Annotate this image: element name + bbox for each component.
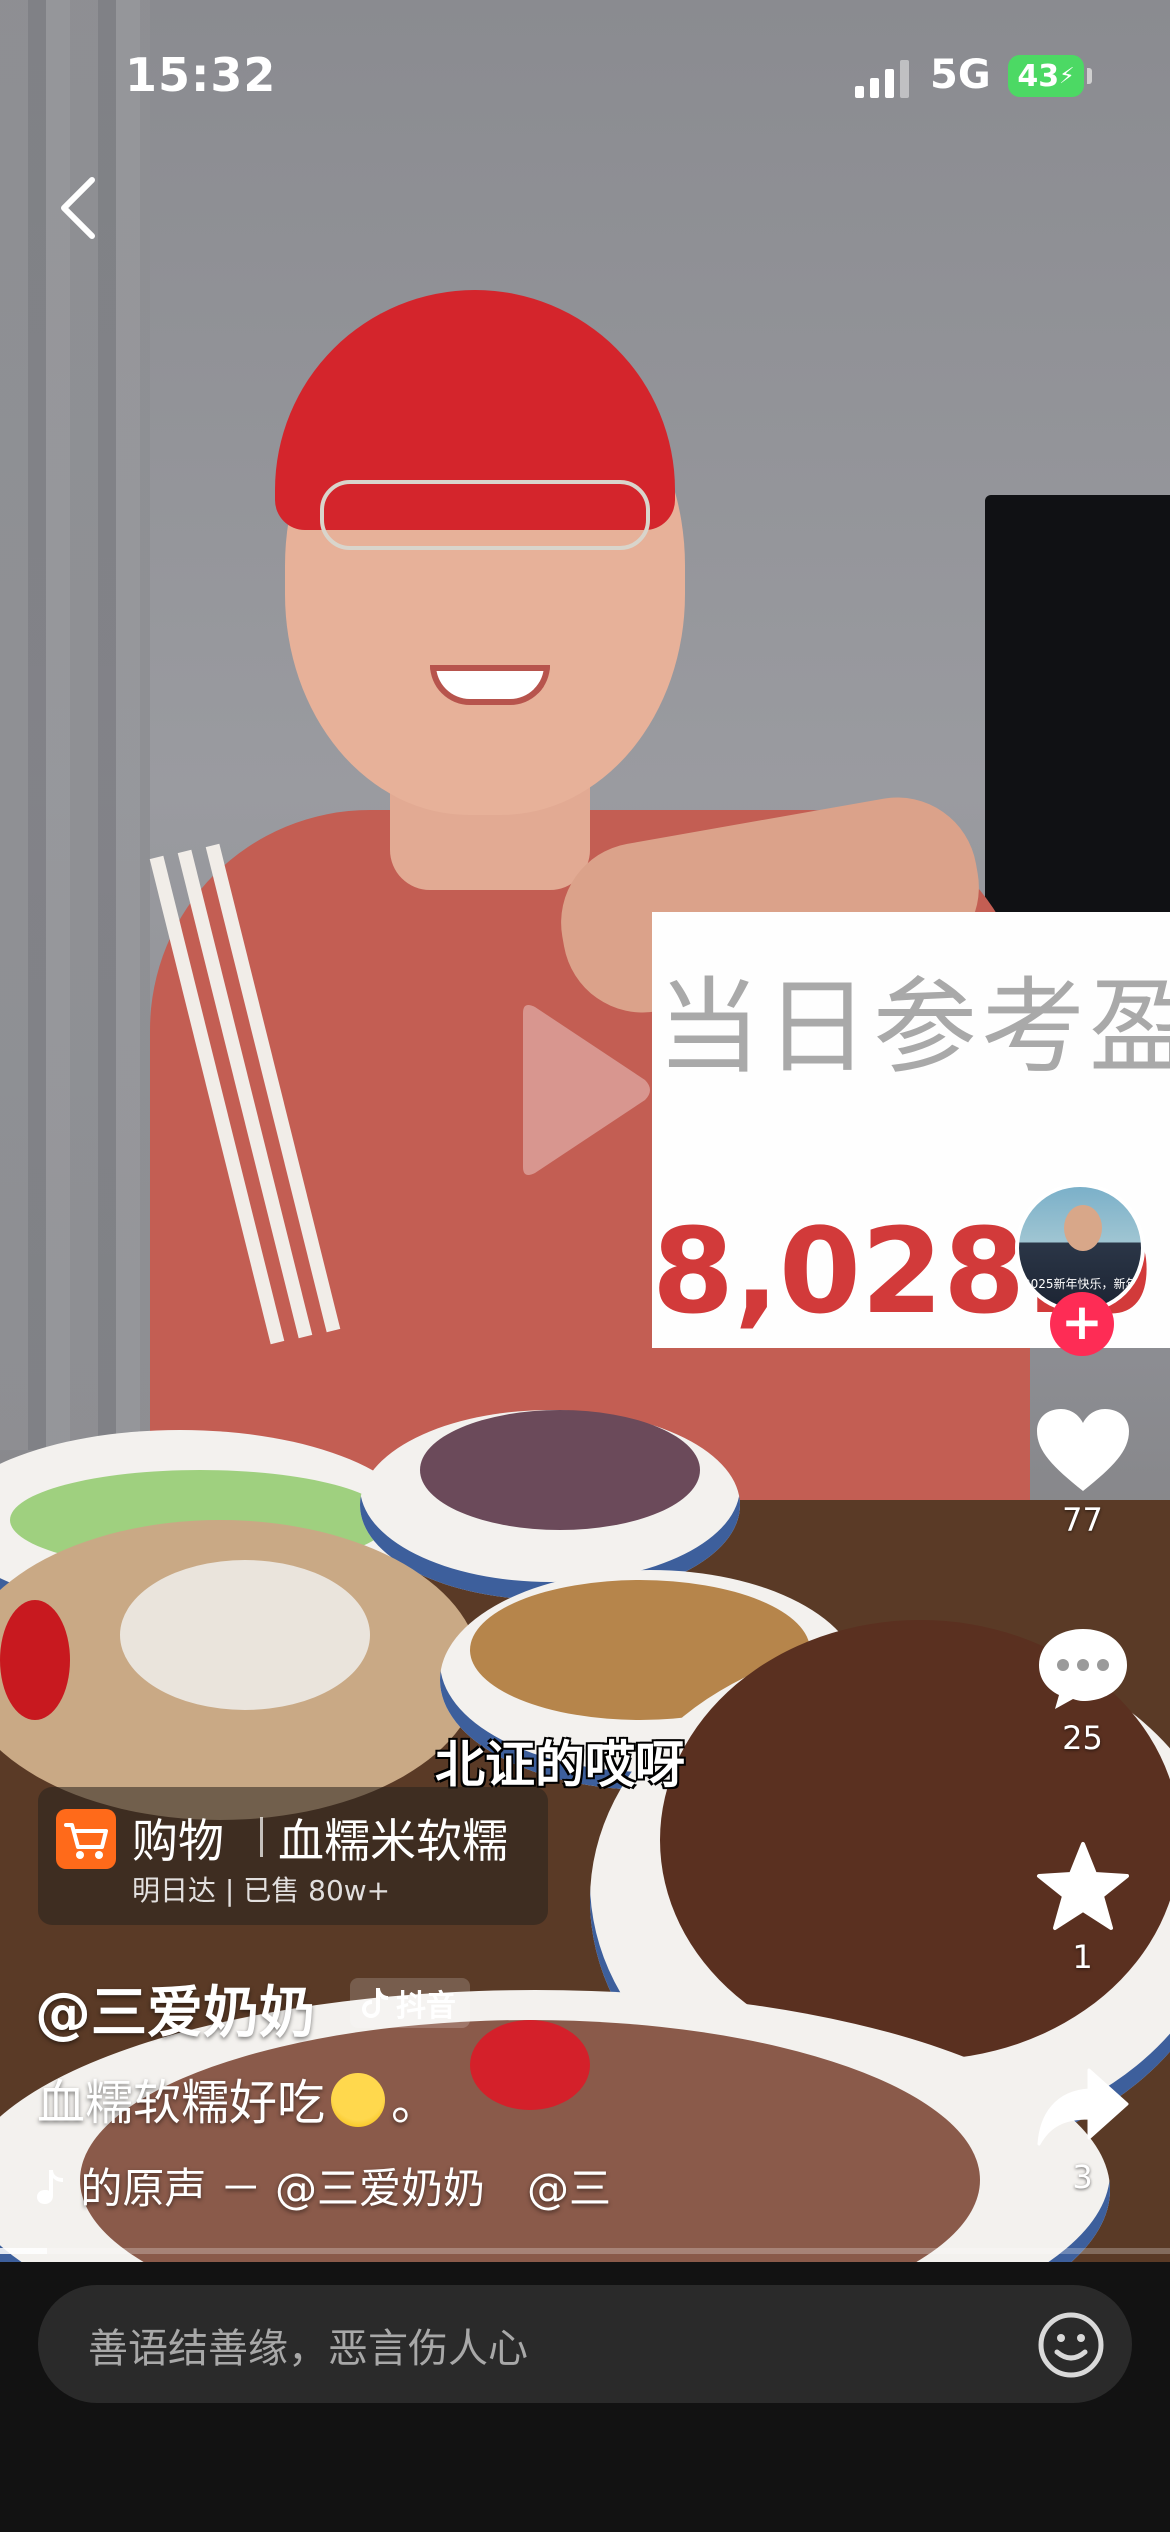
network-type: 5G [930, 52, 991, 98]
food-clam-shells [120, 1560, 370, 1710]
heart-icon [1036, 1409, 1129, 1491]
signal-icon [855, 60, 909, 98]
food-red-pepper-left [0, 1600, 70, 1720]
person-glasses [320, 480, 650, 550]
shopping-card[interactable]: 购物 血糯米软糯 明日达 | 已售 80w+ [38, 1787, 548, 1925]
follow-button[interactable]: + [1050, 1292, 1114, 1356]
comment-button[interactable]: 25 [1020, 1623, 1145, 1757]
progress-fill [0, 2248, 47, 2254]
douyin-logo-icon [362, 1988, 388, 2018]
comment-count: 25 [1062, 1719, 1103, 1757]
background-tv [985, 495, 1170, 915]
share-count: 3 [1072, 2158, 1093, 2196]
shop-divider [260, 1817, 263, 1857]
avatar-face [1064, 1205, 1102, 1251]
status-time: 15:32 [125, 48, 277, 102]
shop-label: 购物 [132, 1814, 224, 1868]
music-note-icon [37, 2169, 63, 2204]
star-icon [1036, 1842, 1129, 1930]
music-info[interactable]: 的原声 － @三爱奶奶 @三 [35, 2155, 625, 2216]
music-text: 的原声 － @三爱奶奶 @三 [80, 2164, 612, 2213]
cart-icon [56, 1809, 116, 1869]
battery-indicator: 43 ⚡ [1008, 55, 1084, 97]
shop-product-name: 血糯米软糯 [278, 1814, 508, 1868]
share-button[interactable]: 3 [1020, 2062, 1145, 2196]
food-red-pepper [470, 2020, 590, 2110]
back-icon[interactable] [50, 168, 110, 248]
play-icon[interactable] [505, 995, 655, 1185]
comment-placeholder: 善语结善缘，恶言伤人心 [88, 2326, 528, 2372]
food-black-rice [420, 1410, 700, 1530]
comment-icon [1038, 1629, 1127, 1709]
battery-cap [1087, 68, 1092, 84]
overlay-title: 当日参考盈 [657, 966, 1170, 1088]
douyin-badge-text: 抖音 [396, 1989, 456, 2024]
caption-text: 血糯软糯好吃 [37, 2075, 326, 2131]
favorite-button[interactable]: 1 [1020, 1840, 1145, 1976]
avatar-caption: 2025新年快乐，新年 [1023, 1277, 1138, 1291]
shop-meta: 明日达 | 已售 80w+ [132, 1874, 391, 1907]
charging-icon: ⚡ [1059, 63, 1075, 89]
video-caption: 血糯软糯好吃 。 [37, 2063, 439, 2133]
favorite-count: 1 [1072, 1938, 1093, 1976]
status-bar: 15:32 5G 43 ⚡ [0, 0, 1170, 150]
like-button[interactable]: 77 [1020, 1405, 1145, 1539]
playback-progress[interactable] [0, 2248, 1170, 2254]
like-count: 77 [1062, 1501, 1103, 1539]
share-icon [1037, 2068, 1128, 2146]
yum-emoji-icon [331, 2073, 386, 2127]
battery-level: 43 [1017, 58, 1060, 94]
douyin-badge: 抖音 [350, 1978, 470, 2028]
caption-suffix: 。 [391, 2075, 440, 2131]
author-name[interactable]: @三爱奶奶 [35, 1968, 315, 2049]
emoji-icon[interactable] [1036, 2310, 1106, 2380]
